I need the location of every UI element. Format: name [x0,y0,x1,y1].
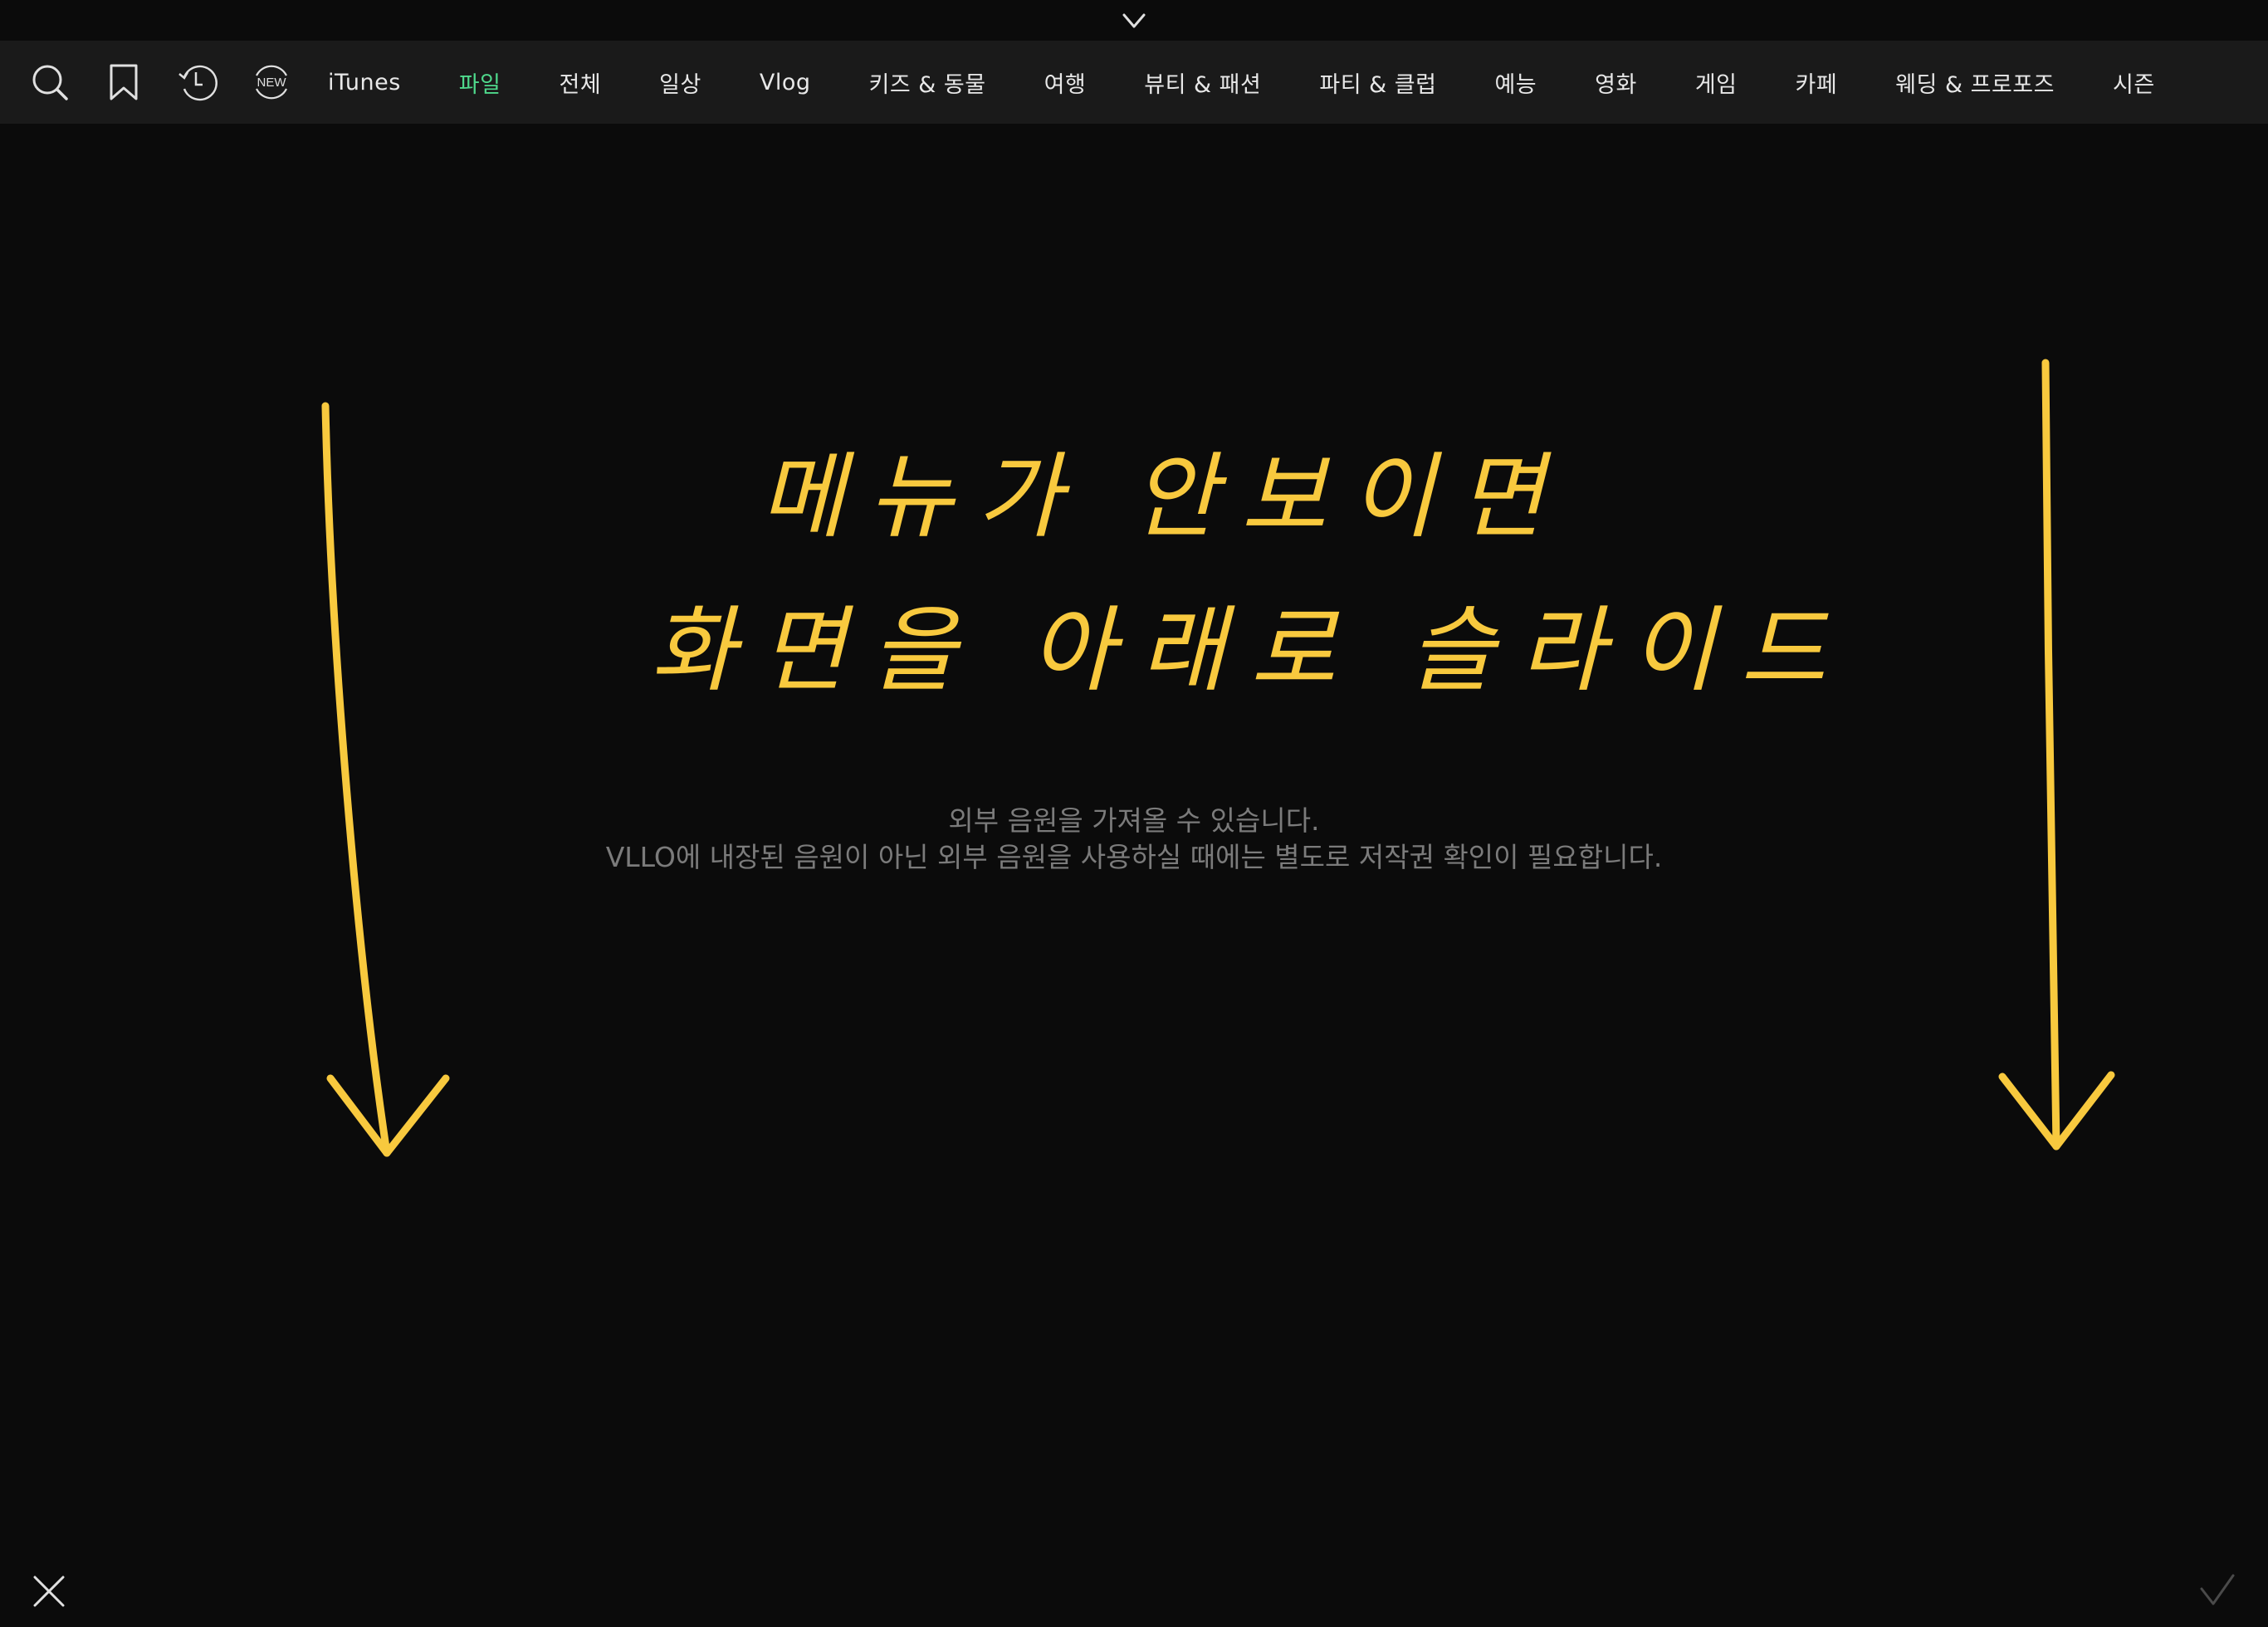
info-line2: VLLO에 내장된 음원이 아닌 외부 음원을 사용하실 때에는 별도로 저작권… [605,841,1663,873]
tab-vlog[interactable]: Vlog [760,70,811,95]
new-button[interactable]: NEW [250,61,293,104]
handwritten-hint-line1: 메뉴가 안보이면 [759,447,1567,550]
tab-beauty-fashion[interactable]: 뷰티 & 패션 [1144,66,1261,99]
close-button[interactable] [30,1572,68,1610]
info-line1: 외부 음원을 가져올 수 있습니다. [948,804,1320,837]
tab-season[interactable]: 시즌 [2113,66,2155,99]
tab-daily[interactable]: 일상 [659,66,701,99]
recent-icon [178,65,218,101]
tab-game[interactable]: 게임 [1695,66,1738,99]
tab-travel[interactable]: 여행 [1044,66,1087,99]
chevron-down-icon [1122,13,1146,28]
tab-itunes[interactable]: iTunes [328,70,401,95]
handwritten-hint-line2: 화면을 아래로 슬라이드 [649,600,1851,703]
new-icon: NEW [256,65,287,100]
music-import-screen: NEW iTunes 파일 전체 일상 Vlog 키즈 & 동물 여행 뷰티 &… [0,0,2268,1627]
import-info: 외부 음원을 가져올 수 있습니다. VLLO에 내장된 음원이 아닌 외부 음… [0,803,2268,876]
tab-cafe[interactable]: 카페 [1796,66,1838,99]
new-icon-label: NEW [257,76,287,90]
content-area: 메뉴가 안보이면 화면을 아래로 슬라이드 외부 음원을 가져올 수 있습니다.… [0,124,2268,1627]
tab-movie[interactable]: 영화 [1595,66,1637,99]
tab-entertainment[interactable]: 예능 [1494,66,1537,99]
recent-button[interactable] [176,61,219,104]
tab-party-club[interactable]: 파티 & 클럽 [1319,66,1436,99]
tab-kids-animals[interactable]: 키즈 & 동물 [869,66,986,99]
bookmark-button[interactable] [102,61,145,104]
tab-file[interactable]: 파일 [459,66,501,99]
search-icon [32,65,68,100]
checkmark-icon [2200,1574,2235,1605]
bookmark-icon [110,64,138,100]
category-tabs: iTunes 파일 전체 일상 Vlog 키즈 & 동물 여행 뷰티 & 패션 … [328,66,2213,99]
tab-all[interactable]: 전체 [559,66,601,99]
confirm-button[interactable] [2198,1572,2236,1610]
collapse-handle[interactable] [1117,8,1151,33]
search-button[interactable] [28,61,71,104]
category-navbar: NEW iTunes 파일 전체 일상 Vlog 키즈 & 동물 여행 뷰티 &… [0,41,2268,124]
close-icon [33,1576,65,1607]
top-strip [0,0,2268,41]
tab-wedding-proposal[interactable]: 웨딩 & 프로포즈 [1895,66,2055,99]
